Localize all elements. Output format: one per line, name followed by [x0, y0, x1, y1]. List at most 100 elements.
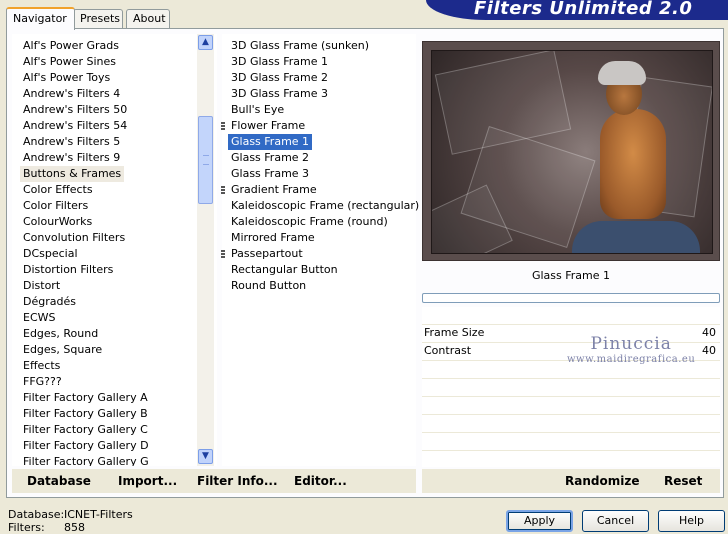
category-item[interactable]: ColourWorks	[20, 214, 95, 230]
filter-item-label: Glass Frame 2	[231, 151, 310, 164]
tab-presets[interactable]: Presets	[73, 9, 123, 28]
category-item[interactable]: Filter Factory Gallery G	[20, 454, 152, 466]
filters-label: Filters:	[8, 521, 45, 534]
preview-canvas	[431, 50, 713, 254]
category-item[interactable]: FFG???	[20, 374, 65, 390]
filter-info-button[interactable]: Filter Info...	[197, 474, 278, 488]
filter-item[interactable]: 3D Glass Frame 3	[228, 86, 331, 102]
category-item[interactable]: Effects	[20, 358, 63, 374]
tab-about[interactable]: About	[126, 9, 170, 28]
filter-item[interactable]: 3D Glass Frame 2	[228, 70, 331, 86]
category-item[interactable]: Alf's Power Sines	[20, 54, 119, 70]
param-label: Frame Size	[424, 326, 485, 339]
category-item[interactable]: ECWS	[20, 310, 59, 326]
filter-item[interactable]: Bull's Eye	[228, 102, 287, 118]
watermark: Pinuccia www.maidiregrafica.eu	[567, 334, 695, 365]
database-label: Database:	[8, 508, 65, 521]
progress-bar	[422, 293, 720, 303]
filter-item-label: Rectangular Button	[231, 263, 338, 276]
category-item[interactable]: Color Effects	[20, 182, 96, 198]
filter-item-label: Kaleidoscopic Frame (rectangular)	[231, 199, 420, 212]
navigator-toolbar: Database Import... Filter Info... Editor…	[12, 469, 416, 493]
category-item[interactable]: Distortion Filters	[20, 262, 116, 278]
filter-item[interactable]: Glass Frame 1	[228, 134, 313, 150]
category-item[interactable]: Filter Factory Gallery D	[20, 438, 152, 454]
filter-item-label: Bull's Eye	[231, 103, 285, 116]
category-item[interactable]: Edges, Round	[20, 326, 101, 342]
filter-list: 3D Glass Frame (sunken) 3D Glass Frame 1 3…	[221, 34, 419, 466]
category-item[interactable]: Alf's Power Grads	[20, 38, 122, 54]
category-item[interactable]: Dégradés	[20, 294, 79, 310]
reset-button[interactable]: Reset	[664, 474, 702, 488]
cancel-button[interactable]: Cancel	[582, 510, 649, 532]
filter-item[interactable]: Passepartout	[221, 246, 306, 262]
filter-item[interactable]: Gradient Frame	[221, 182, 320, 198]
filter-item-label: Glass Frame 3	[231, 167, 310, 180]
filter-item-label: 3D Glass Frame 1	[231, 55, 329, 68]
filter-item[interactable]: Flower Frame	[221, 118, 308, 134]
category-item[interactable]: Andrew's Filters 50	[20, 102, 130, 118]
filter-item[interactable]: Mirrored Frame	[228, 230, 318, 246]
param-label: Contrast	[424, 344, 472, 357]
watermark-url: www.maidiregrafica.eu	[567, 354, 696, 365]
marker-icon	[221, 250, 225, 259]
category-item[interactable]: Andrew's Filters 54	[20, 118, 130, 134]
filter-item[interactable]: Round Button	[228, 278, 309, 294]
marker-icon	[221, 186, 225, 195]
watermark-name: Pinuccia	[590, 334, 672, 354]
parameter-list: Frame Size 40 Contrast 40	[422, 307, 720, 467]
filter-item-label: Flower Frame	[231, 119, 306, 132]
selected-filter-name: Glass Frame 1	[531, 269, 611, 282]
randomize-button[interactable]: Randomize	[565, 474, 639, 488]
category-item[interactable]: Andrew's Filters 9	[20, 150, 123, 166]
preview-image	[422, 41, 720, 261]
database-value: ICNET-Filters	[64, 508, 133, 521]
filter-item[interactable]: Glass Frame 2	[228, 150, 312, 166]
navigator-panel: ▲ ▼ Alf's Power Grads Alf's Power Sines Al…	[6, 28, 724, 498]
filters-count: 858	[64, 521, 85, 534]
app-title: Filters Unlimited 2.0	[474, 0, 693, 19]
filter-item[interactable]: 3D Glass Frame 1	[228, 54, 331, 70]
category-list: ▲ ▼ Alf's Power Grads Alf's Power Sines Al…	[12, 34, 217, 466]
category-item[interactable]: Filter Factory Gallery A	[20, 390, 151, 406]
figure-headwrap	[598, 61, 646, 85]
category-item[interactable]: DCspecial	[20, 246, 81, 262]
scroll-thumb[interactable]	[198, 116, 213, 204]
category-scrollbar[interactable]: ▲ ▼	[197, 34, 214, 466]
editor-button[interactable]: Editor...	[294, 474, 347, 488]
filter-item[interactable]: Kaleidoscopic Frame (round)	[228, 214, 391, 230]
filter-item-label: 3D Glass Frame 2	[231, 71, 329, 84]
filter-item-label: 3D Glass Frame 3	[231, 87, 329, 100]
category-item[interactable]: Filter Factory Gallery C	[20, 422, 151, 438]
category-item[interactable]: Convolution Filters	[20, 230, 128, 246]
category-item[interactable]: Distort	[20, 278, 63, 294]
filter-item-label: Kaleidoscopic Frame (round)	[231, 215, 388, 228]
filter-item-label: 3D Glass Frame (sunken)	[231, 39, 369, 52]
import-button[interactable]: Import...	[118, 474, 177, 488]
figure-body	[600, 109, 666, 219]
figure-jeans	[572, 221, 700, 253]
category-item[interactable]: Color Filters	[20, 198, 91, 214]
category-item[interactable]: Andrew's Filters 5	[20, 134, 123, 150]
category-item[interactable]: Filter Factory Gallery B	[20, 406, 151, 422]
scroll-up-icon[interactable]: ▲	[198, 35, 213, 50]
filter-item[interactable]: 3D Glass Frame (sunken)	[228, 38, 372, 54]
param-value: 40	[702, 326, 716, 339]
scroll-down-icon[interactable]: ▼	[198, 449, 213, 464]
help-button[interactable]: Help	[658, 510, 725, 532]
category-item[interactable]: Buttons & Frames	[20, 166, 125, 182]
tab-navigator[interactable]: Navigator	[6, 7, 75, 30]
category-item[interactable]: Alf's Power Toys	[20, 70, 113, 86]
filter-item[interactable]: Glass Frame 3	[228, 166, 312, 182]
filter-item-label: Gradient Frame	[231, 183, 317, 196]
filter-item-label: Glass Frame 1	[231, 135, 310, 148]
category-item[interactable]: Andrew's Filters 4	[20, 86, 123, 102]
filter-item-label: Mirrored Frame	[231, 231, 315, 244]
filter-item[interactable]: Rectangular Button	[228, 262, 341, 278]
category-item[interactable]: Edges, Square	[20, 342, 105, 358]
marker-icon	[221, 122, 225, 131]
database-button[interactable]: Database	[27, 474, 91, 488]
apply-button[interactable]: Apply	[506, 510, 573, 532]
preview-toolbar: Randomize Reset	[422, 469, 720, 493]
filter-item[interactable]: Kaleidoscopic Frame (rectangular)	[228, 198, 422, 214]
